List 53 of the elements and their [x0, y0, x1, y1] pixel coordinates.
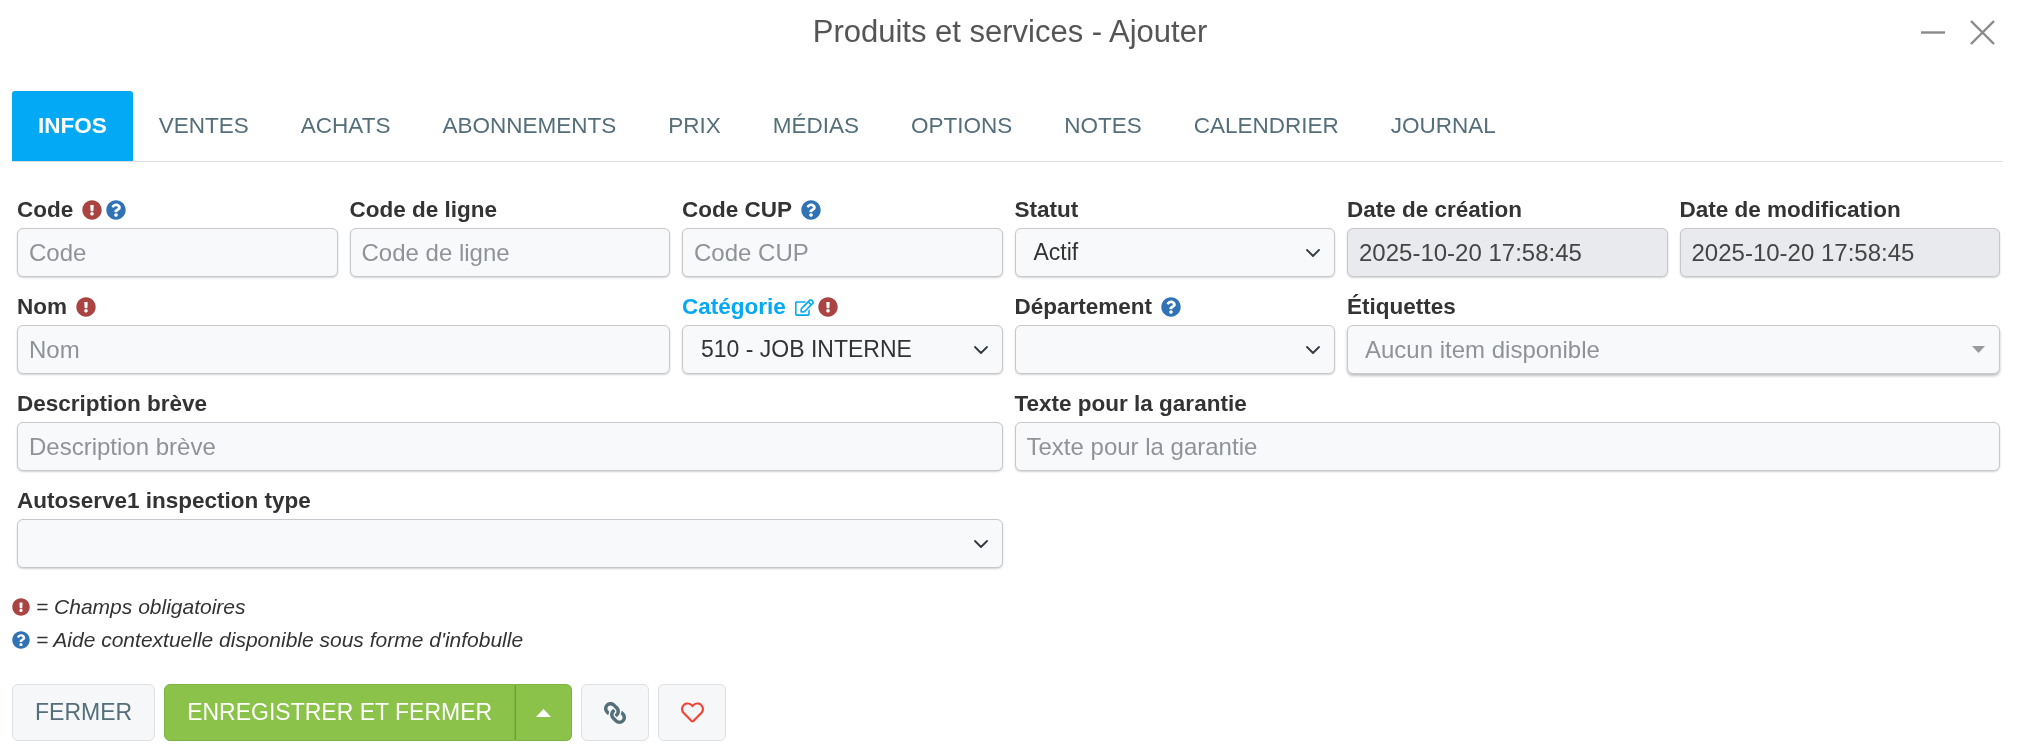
field-label: Description brève	[17, 391, 208, 417]
heart-icon	[680, 701, 704, 724]
field-label: Nom	[17, 294, 67, 320]
link-button[interactable]	[581, 684, 650, 741]
tab[interactable]: PRIX	[642, 91, 747, 161]
dropdown-toggle-button[interactable]	[515, 684, 573, 741]
tags-select-field[interactable]: Aucun item disponible	[1347, 325, 2000, 374]
chevron-down-icon	[973, 539, 988, 548]
tab[interactable]: JOURNAL	[1364, 91, 1522, 161]
text-input[interactable]: Description brève	[17, 422, 1003, 471]
field-label: Date de création	[1347, 197, 1523, 223]
field-label: Code CUP	[682, 197, 792, 223]
select-field[interactable]: Actif	[1014, 228, 1335, 277]
tab[interactable]: OPTIONS	[884, 91, 1039, 161]
tab[interactable]: MÉDIAS	[746, 91, 885, 161]
field-label: Date de modification	[1679, 197, 1901, 223]
link-icon	[604, 701, 627, 724]
field-label: Catégorie	[682, 294, 786, 320]
select-field[interactable]	[1014, 325, 1335, 374]
field-label: Texte pour la garantie	[1014, 391, 1247, 417]
text-input[interactable]: Code CUP	[682, 228, 1003, 277]
text-input[interactable]: Texte pour la garantie	[1014, 422, 2000, 471]
tab[interactable]: ACHATS	[274, 91, 417, 161]
tab[interactable]: CALENDRIER	[1167, 91, 1365, 161]
chevron-down-icon	[1306, 248, 1320, 257]
field-label: Étiquettes	[1347, 294, 1456, 320]
minimize-icon[interactable]	[1921, 30, 1945, 34]
close-icon[interactable]	[1970, 19, 1995, 45]
tab[interactable]: NOTES	[1038, 91, 1168, 161]
chevron-down-icon	[973, 345, 988, 354]
field-label: Département	[1014, 294, 1153, 320]
legend-text: = Champs obligatoires	[36, 594, 246, 619]
chevron-down-icon	[1306, 345, 1320, 354]
edit-icon[interactable]	[794, 297, 814, 317]
text-input[interactable]: Code de ligne	[349, 228, 670, 277]
tab[interactable]: ABONNEMENTS	[416, 91, 643, 161]
field-label: Code de ligne	[349, 197, 497, 223]
text-input[interactable]: Code	[17, 228, 338, 277]
tab[interactable]: VENTES	[132, 91, 275, 161]
help-icon	[12, 630, 30, 649]
caret-down-icon	[1972, 346, 1985, 353]
legend-text: = Aide contextuelle disponible sous forme d'infobulle	[36, 627, 524, 652]
window-title: Produits et services - Ajouter	[812, 14, 1208, 50]
field-label: Code	[17, 197, 74, 223]
favorite-button[interactable]	[658, 684, 727, 741]
close-button[interactable]: FERMER	[12, 684, 156, 741]
text-input[interactable]: Nom	[17, 325, 670, 374]
field-label: Autoserve1 inspection type	[17, 488, 311, 514]
caret-up-icon	[536, 708, 552, 717]
field-label: Statut	[1014, 197, 1079, 223]
select-field[interactable]	[17, 519, 1003, 568]
select-field[interactable]: 510 - JOB INTERNE	[682, 325, 1003, 374]
exclamation-icon	[12, 597, 30, 616]
